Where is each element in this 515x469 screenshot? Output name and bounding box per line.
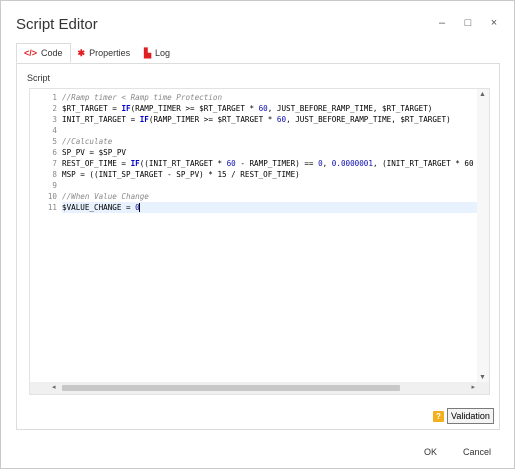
- code-token: 60: [226, 159, 236, 168]
- line-number: 10: [47, 192, 57, 201]
- code-token: $RT_TARGET =: [62, 104, 122, 113]
- code-token: (RAMP_TIMER >= $RT_TARGET *: [130, 104, 259, 113]
- log-icon: ▙: [144, 47, 152, 58]
- script-label: Script: [27, 73, 51, 83]
- text-cursor: [138, 203, 140, 212]
- line-number: 2: [52, 104, 57, 113]
- code-editor[interactable]: 1 2 3 4 5 6 7 8 9 10 11 //Ramp timer < Ramp time P…: [29, 88, 490, 395]
- code-token: //Calculate: [62, 137, 113, 146]
- horizontal-scroll-thumb[interactable]: [62, 385, 400, 391]
- line-number: 7: [52, 159, 57, 168]
- line-number: 5: [52, 137, 57, 146]
- line-number: 8: [52, 170, 57, 179]
- code-line[interactable]: REST_OF_TIME = IF((INIT_RT_TARGET * 60 -…: [62, 158, 477, 169]
- code-line[interactable]: INIT_RT_TARGET = IF(RAMP_TIMER >= $RT_TA…: [62, 114, 451, 125]
- line-number: 3: [52, 115, 57, 124]
- scroll-up-icon[interactable]: ▲: [479, 91, 486, 98]
- help-icon[interactable]: ?: [433, 410, 444, 422]
- tab-code-label: Code: [41, 48, 63, 58]
- code-token: , JUST_BEFORE_RAMP_TIME, $RT_TARGET): [286, 115, 451, 124]
- script-editor-window: Script Editor – □ × </> Code ✱ Propertie…: [0, 0, 515, 469]
- tab-properties-label: Properties: [89, 48, 131, 58]
- code-token: 0.0000001: [331, 159, 373, 168]
- scroll-right-icon[interactable]: ▸: [471, 383, 475, 391]
- code-token: $VALUE_CHANGE =: [62, 203, 136, 212]
- scroll-down-icon[interactable]: ▼: [479, 374, 486, 381]
- code-token: - RAMP_TIMER) ==: [235, 159, 319, 168]
- code-panel: Script 1 2 3 4 5 6 7 8 9 10 11 //Ramp timer < Ramp…: [16, 64, 500, 430]
- gear-icon: ✱: [77, 47, 86, 58]
- code-token: //Ramp timer < Ramp time Protection: [62, 93, 223, 102]
- code-token: 60: [258, 104, 268, 113]
- tab-properties[interactable]: ✱ Properties: [71, 43, 138, 63]
- line-number: 11: [47, 203, 57, 212]
- code-token: MSP = ((INIT_SP_TARGET - SP_PV) * 15 / R…: [62, 170, 300, 179]
- code-line[interactable]: //When Value Change: [62, 191, 149, 202]
- code-line[interactable]: $VALUE_CHANGE = 0: [62, 202, 477, 213]
- code-token: , (INIT_RT_TARGET * 60 - RAMP_TIMER)): [372, 159, 474, 168]
- tab-log-label: Log: [155, 48, 171, 58]
- code-token: SP_PV = $SP_PV: [62, 148, 127, 157]
- code-token: ,: [322, 159, 332, 168]
- cancel-button[interactable]: Cancel: [463, 447, 491, 457]
- close-icon[interactable]: ×: [488, 17, 500, 29]
- tab-log[interactable]: ▙ Log: [137, 43, 177, 63]
- window-controls: – □ ×: [436, 17, 500, 29]
- code-token: IF: [130, 159, 140, 168]
- code-line[interactable]: //Ramp timer < Ramp time Protection: [62, 92, 222, 103]
- maximize-icon[interactable]: □: [462, 17, 474, 29]
- code-area[interactable]: //Ramp timer < Ramp time Protection $RT_T…: [62, 89, 477, 381]
- code-token: IF: [139, 115, 149, 124]
- code-line[interactable]: $RT_TARGET = IF(RAMP_TIMER >= $RT_TARGET…: [62, 103, 432, 114]
- ok-button[interactable]: OK: [424, 447, 437, 457]
- minimize-icon[interactable]: –: [436, 17, 448, 29]
- line-number: 6: [52, 148, 57, 157]
- code-icon: </>: [24, 48, 38, 58]
- code-token: INIT_RT_TARGET =: [62, 115, 140, 124]
- scroll-left-icon[interactable]: ◂: [52, 383, 56, 391]
- code-line[interactable]: MSP = ((INIT_SP_TARGET - SP_PV) * 15 / R…: [62, 169, 300, 180]
- line-number: 4: [52, 126, 57, 135]
- window-title: Script Editor: [16, 16, 98, 33]
- code-token: , JUST_BEFORE_RAMP_TIME, $RT_TARGET): [267, 104, 433, 113]
- validation-button[interactable]: Validation: [447, 408, 494, 424]
- code-token: REST_OF_TIME =: [62, 159, 131, 168]
- code-token: //When Value Change: [62, 192, 149, 201]
- line-number: 1: [52, 93, 57, 102]
- code-token: IF: [121, 104, 131, 113]
- code-token: 60: [276, 115, 287, 124]
- code-line[interactable]: //Calculate: [62, 136, 112, 147]
- code-token: ((INIT_RT_TARGET *: [139, 159, 227, 168]
- code-line[interactable]: SP_PV = $SP_PV: [62, 147, 126, 158]
- validation-group: ? Validation: [433, 408, 494, 424]
- vertical-scrollbar[interactable]: ▲ ▼: [477, 89, 489, 383]
- tab-code[interactable]: </> Code: [16, 43, 71, 63]
- code-token: (RAMP_TIMER >= $RT_TARGET *: [148, 115, 277, 124]
- tab-bar: </> Code ✱ Properties ▙ Log: [16, 43, 500, 64]
- horizontal-scrollbar[interactable]: ◂ ▸: [30, 382, 489, 394]
- line-number-gutter: 1 2 3 4 5 6 7 8 9 10 11: [30, 89, 60, 394]
- line-number: 9: [52, 181, 57, 190]
